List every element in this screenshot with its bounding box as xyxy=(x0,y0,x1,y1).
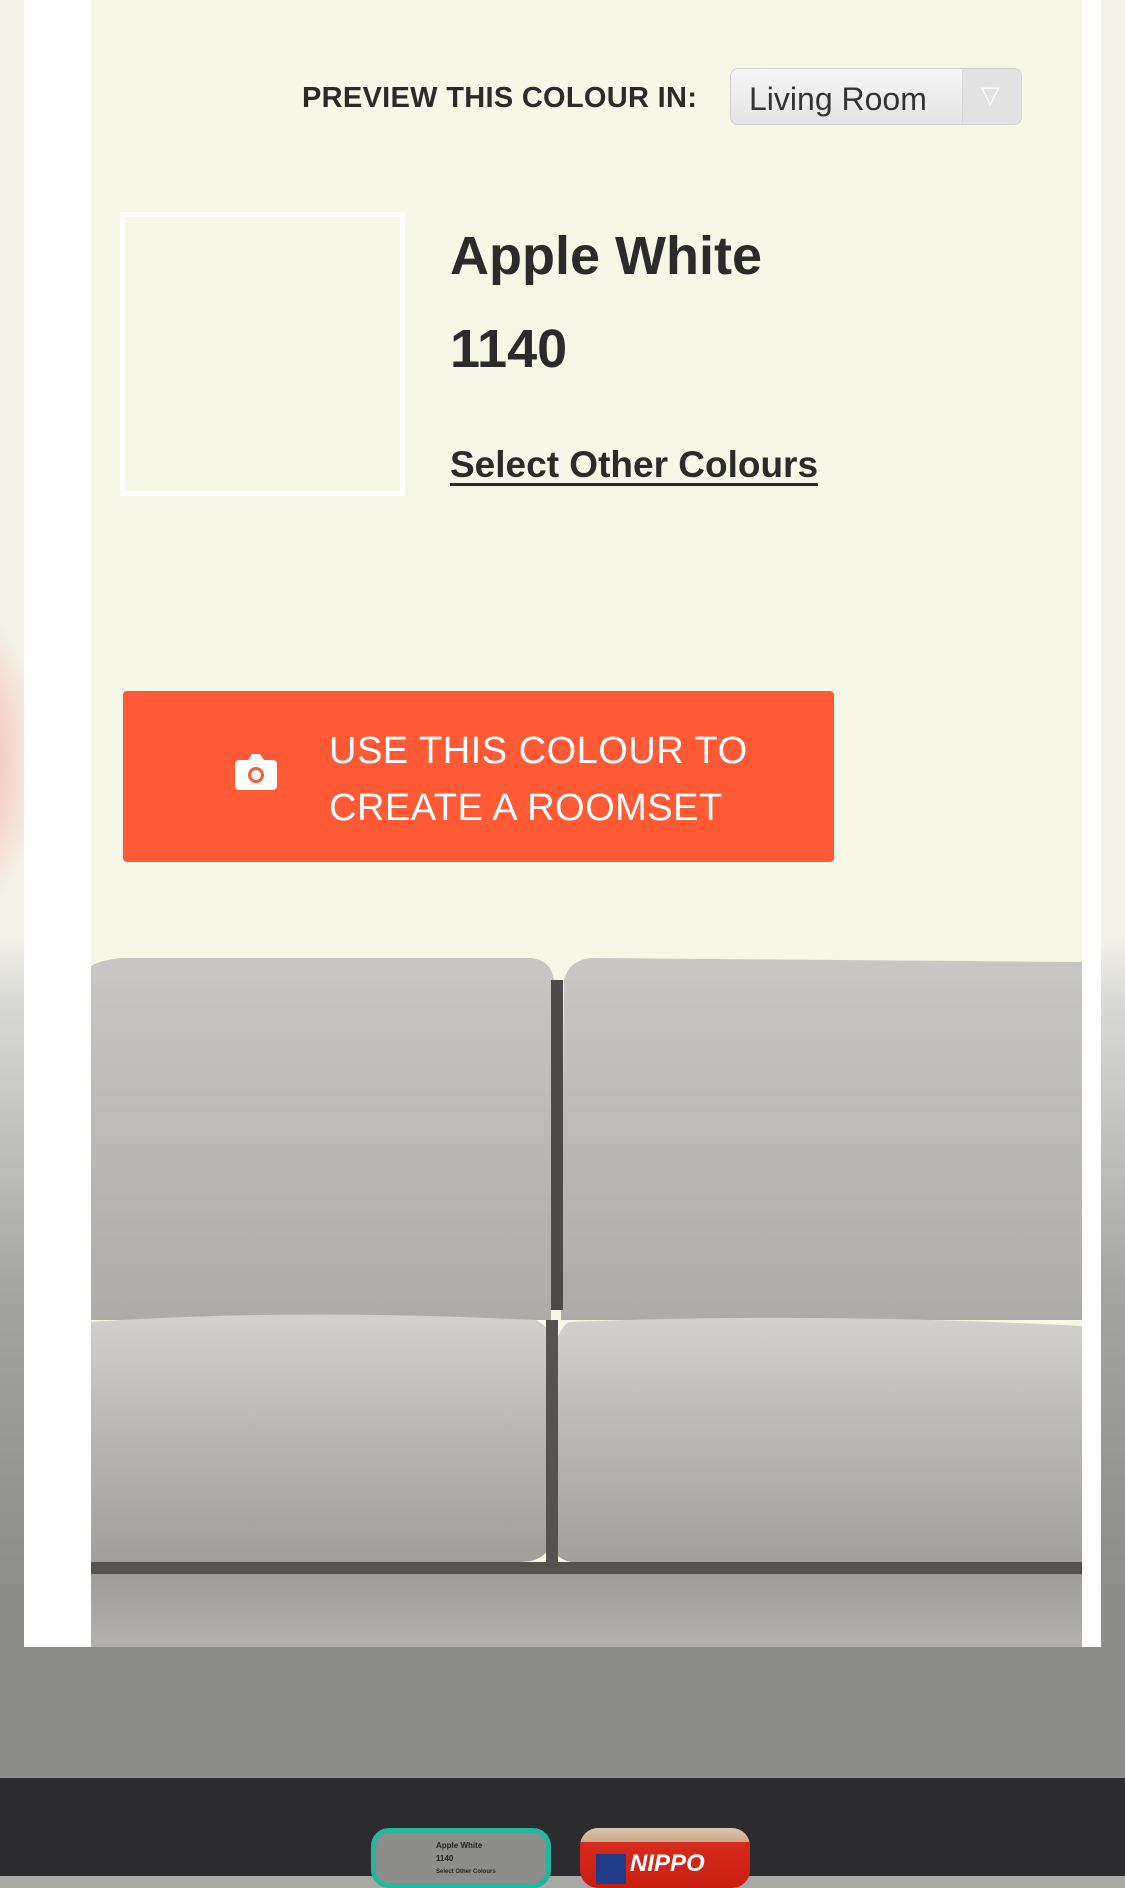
sofa-image xyxy=(91,940,1082,1647)
chevron-down-icon: ▽ xyxy=(981,82,1000,109)
colour-code: 1140 xyxy=(450,319,568,379)
select-other-colours-link[interactable]: Select Other Colours xyxy=(450,444,818,486)
create-roomset-label: USE THIS COLOUR TO CREATE A ROOMSET xyxy=(329,723,748,837)
tab-switcher-bar xyxy=(0,1778,1125,1876)
preview-label: PREVIEW THIS COLOUR IN: xyxy=(302,82,698,114)
tab-thumbnail-nippon[interactable]: NIPPO xyxy=(580,1828,750,1888)
colour-preview-modal: PREVIEW THIS COLOUR IN: Living Room ▽ Ap… xyxy=(24,0,1101,1647)
nippon-logo-icon xyxy=(596,1854,626,1884)
modal-content: PREVIEW THIS COLOUR IN: Living Room ▽ Ap… xyxy=(91,0,1082,1647)
colour-swatch xyxy=(120,212,405,496)
room-select[interactable]: Living Room ▽ xyxy=(730,68,1022,125)
create-roomset-button[interactable]: USE THIS COLOUR TO CREATE A ROOMSET xyxy=(123,691,834,862)
colour-name: Apple White xyxy=(450,226,762,286)
create-roomset-line2: CREATE A ROOMSET xyxy=(329,787,723,829)
thumb-colour-name: Apple White xyxy=(436,1841,483,1850)
thumb-select-other: Select Other Colours xyxy=(436,1869,496,1875)
thumb-brand-text: NIPPO xyxy=(630,1850,705,1877)
thumb-colour-code: 1140 xyxy=(436,1854,454,1863)
camera-icon xyxy=(235,754,277,790)
room-select-value: Living Room xyxy=(749,81,927,117)
tab-thumbnail-current[interactable]: Apple White 1140 Select Other Colours xyxy=(371,1828,551,1888)
room-select-arrow[interactable]: ▽ xyxy=(962,69,1021,124)
create-roomset-line1: USE THIS COLOUR TO xyxy=(329,730,748,772)
